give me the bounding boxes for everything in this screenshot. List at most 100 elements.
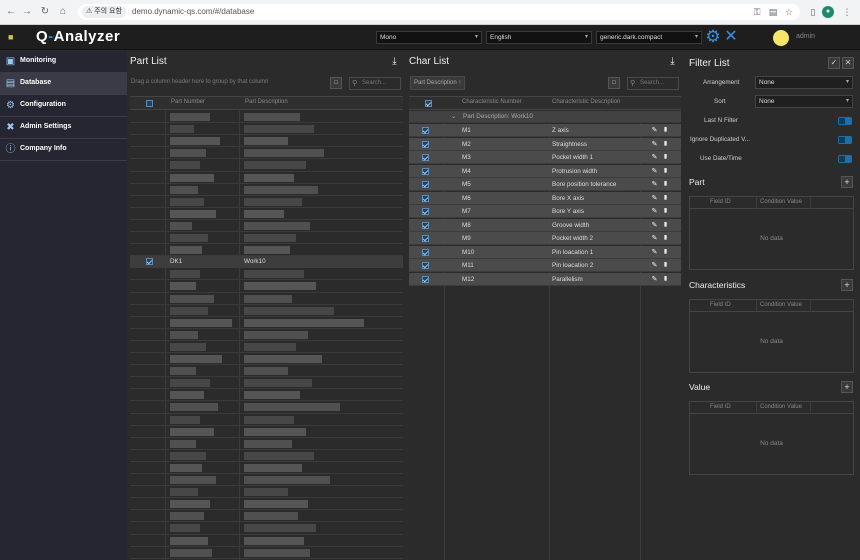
theme-select[interactable]: generic.dark.compact ▾ — [596, 31, 702, 44]
table-row[interactable]: M3 Pocket width 1 ✎ ▮ — [409, 151, 681, 164]
delete-trash-icon[interactable]: ▮ — [662, 207, 669, 216]
address-bar[interactable]: ⚠ 주의 요함 demo.dynamic-qs.com/#/database ⚿… — [78, 4, 800, 20]
sidebar-item-admin-settings[interactable]: ✖ Admin Settings — [0, 117, 127, 139]
use-datetime-toggle[interactable] — [838, 155, 852, 163]
row-checkbox[interactable] — [422, 262, 429, 269]
table-row[interactable]: M7 Bore Y axis ✎ ▮ — [409, 205, 681, 218]
collapse-arrow-icon[interactable]: ⌄ — [451, 113, 456, 120]
browser-menu-icon[interactable]: ⋮ — [840, 5, 854, 19]
translate-icon[interactable]: ▤ — [766, 5, 780, 19]
row-checkbox[interactable] — [422, 221, 429, 229]
hamburger-menu-icon[interactable]: ■ — [8, 32, 18, 42]
table-row[interactable]: M8 Groove width ✎ ▮ — [409, 218, 681, 232]
table-row[interactable]: M6 Bore X axis ✎ ▮ — [409, 191, 681, 205]
delete-trash-icon[interactable]: ▮ — [662, 275, 669, 284]
select-all-checkbox[interactable] — [425, 100, 432, 107]
sidebar-item-configuration[interactable]: ⚙ Configuration — [0, 95, 127, 117]
edit-pencil-icon[interactable]: ✎ — [651, 261, 658, 270]
table-row[interactable]: M12 Parallelism ✎ ▮ — [409, 272, 681, 286]
row-checkbox[interactable] — [422, 140, 429, 148]
edit-pencil-icon[interactable]: ✎ — [651, 248, 658, 257]
sidebar-item-company-info[interactable]: ⓘ Company Info — [0, 139, 127, 161]
ignore-duplicated-toggle[interactable] — [838, 136, 852, 144]
settings-gear-icon[interactable]: ⚙ — [704, 28, 722, 46]
col-part-number[interactable]: Part Number — [171, 99, 205, 105]
add-value-filter-button[interactable]: + — [841, 381, 853, 393]
col-field-id[interactable]: Field ID — [710, 199, 731, 205]
close-icon[interactable]: ✕ — [842, 57, 854, 69]
row-checkbox[interactable] — [422, 167, 429, 175]
edit-pencil-icon[interactable]: ✎ — [651, 275, 658, 284]
download-icon[interactable]: ⤓ — [389, 56, 400, 67]
char-search-input[interactable]: ⚲ Search... — [627, 77, 679, 90]
admin-tools-icon[interactable]: ✕ — [722, 28, 740, 46]
table-row[interactable]: M1 Z axis ✎ ▮ — [409, 124, 681, 137]
row-checkbox[interactable] — [422, 235, 429, 242]
delete-trash-icon[interactable]: ▮ — [662, 167, 669, 176]
home-icon[interactable]: ⌂ — [56, 5, 70, 19]
row-checkbox[interactable] — [422, 154, 429, 161]
edit-pencil-icon[interactable]: ✎ — [651, 126, 658, 135]
row-checkbox[interactable] — [422, 275, 429, 283]
add-part-filter-button[interactable]: + — [841, 176, 853, 188]
delete-trash-icon[interactable]: ▮ — [662, 180, 669, 189]
row-checkbox[interactable] — [422, 208, 429, 215]
delete-trash-icon[interactable]: ▮ — [662, 194, 669, 203]
col-field-id[interactable]: Field ID — [710, 404, 731, 410]
delete-trash-icon[interactable]: ▮ — [662, 248, 669, 257]
table-row[interactable]: M2 Straightness ✎ ▮ — [409, 137, 681, 151]
apply-check-icon[interactable]: ✓ — [828, 57, 840, 69]
edit-pencil-icon[interactable]: ✎ — [651, 167, 658, 176]
row-checkbox[interactable] — [422, 194, 429, 202]
add-characteristics-filter-button[interactable]: + — [841, 279, 853, 291]
row-checkbox[interactable] — [146, 258, 153, 266]
delete-trash-icon[interactable]: ▮ — [662, 221, 669, 230]
forward-icon[interactable]: → — [20, 5, 34, 19]
col-field-id[interactable]: Field ID — [710, 302, 731, 308]
edit-pencil-icon[interactable]: ✎ — [651, 234, 658, 243]
sidepanel-icon[interactable]: ▯ — [806, 5, 820, 19]
language-select[interactable]: English ▾ — [486, 31, 592, 44]
column-chooser-icon[interactable]: □ — [330, 77, 342, 89]
group-chip[interactable]: Part Description ↑ — [410, 76, 466, 90]
edit-pencil-icon[interactable]: ✎ — [651, 140, 658, 149]
table-row[interactable]: M5 Bore position tolerance ✎ ▮ — [409, 178, 681, 191]
edit-pencil-icon[interactable]: ✎ — [651, 221, 658, 230]
download-icon[interactable]: ⤓ — [667, 56, 678, 67]
table-row[interactable]: M4 Protrusion width ✎ ▮ — [409, 164, 681, 178]
delete-trash-icon[interactable]: ▮ — [662, 140, 669, 149]
part-search-input[interactable]: ⚲ Search... — [349, 77, 401, 90]
group-row[interactable]: ⌄ Part Description: Work10 — [409, 111, 681, 123]
avatar[interactable] — [773, 30, 789, 46]
delete-trash-icon[interactable]: ▮ — [662, 261, 669, 270]
row-checkbox[interactable] — [422, 181, 429, 188]
delete-trash-icon[interactable]: ▮ — [662, 234, 669, 243]
col-condition-value[interactable]: Condition Value — [760, 302, 802, 308]
arrangement-select[interactable]: None ▾ — [755, 76, 853, 89]
col-condition-value[interactable]: Condition Value — [760, 404, 802, 410]
col-condition-value[interactable]: Condition Value — [760, 199, 802, 205]
back-icon[interactable]: ← — [4, 5, 18, 19]
font-select[interactable]: Mono ▾ — [376, 31, 482, 44]
profile-icon[interactable]: ● — [822, 6, 834, 18]
edit-pencil-icon[interactable]: ✎ — [651, 180, 658, 189]
reload-icon[interactable]: ↻ — [38, 5, 52, 19]
table-row[interactable]: M10 Pin loacation 1 ✎ ▮ — [409, 245, 681, 259]
last-n-filter-toggle[interactable] — [838, 117, 852, 125]
bookmark-star-icon[interactable]: ☆ — [782, 5, 796, 19]
sort-select[interactable]: None ▾ — [755, 95, 853, 108]
col-characteristic-number[interactable]: Characteristic Number — [462, 99, 522, 105]
key-icon[interactable]: ⚿ — [750, 5, 764, 19]
col-characteristic-description[interactable]: Characteristic Description — [552, 99, 620, 105]
row-checkbox[interactable] — [422, 248, 429, 256]
delete-trash-icon[interactable]: ▮ — [662, 153, 669, 162]
table-row[interactable]: M11 Pin loacation 2 ✎ ▮ — [409, 259, 681, 272]
edit-pencil-icon[interactable]: ✎ — [651, 207, 658, 216]
sidebar-item-monitoring[interactable]: ▣ Monitoring — [0, 51, 127, 73]
column-chooser-icon[interactable]: □ — [608, 77, 620, 89]
col-part-description[interactable]: Part Description — [245, 99, 288, 105]
table-row[interactable]: M9 Pocket width 2 ✎ ▮ — [409, 232, 681, 245]
edit-pencil-icon[interactable]: ✎ — [651, 153, 658, 162]
sidebar-item-database[interactable]: ▤ Database — [0, 73, 127, 95]
row-checkbox[interactable] — [422, 127, 429, 134]
